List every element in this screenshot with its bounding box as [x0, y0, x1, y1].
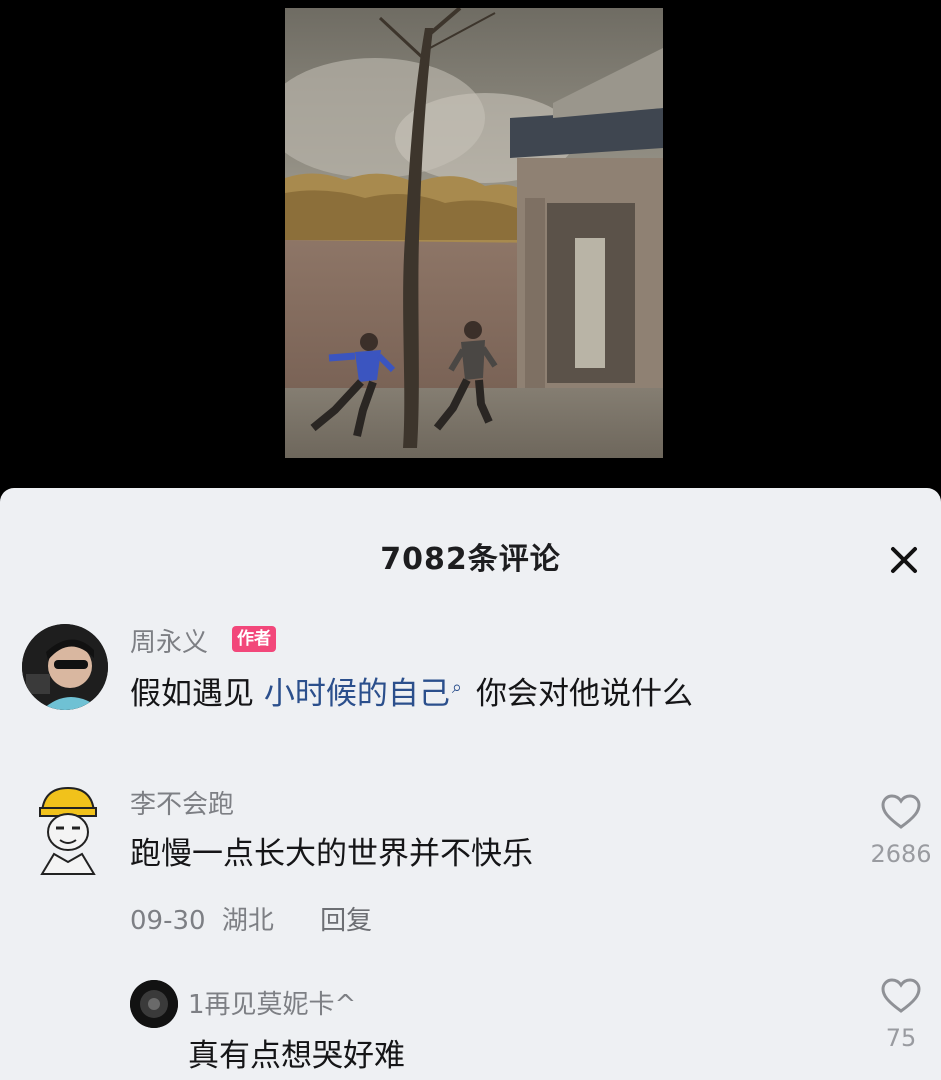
- comment-item: 周永义 作者 假如遇见 小时候的自己 ⌕ 你会对他说什么: [0, 622, 941, 732]
- comment-username[interactable]: 李不会跑: [130, 784, 234, 821]
- comment-item: 李不会跑 跑慢一点长大的世界并不快乐 09-30 湖北 回复 2686: [0, 784, 941, 954]
- reply-comment-item: 1再见莫妮卡^ 真有点想哭好难 75: [0, 978, 941, 1080]
- comment-text-suffix: 你会对他说什么: [475, 676, 693, 712]
- comment-username[interactable]: 周永义: [130, 622, 208, 659]
- user-avatar-image: [22, 624, 108, 710]
- video-frame[interactable]: [285, 8, 663, 458]
- comment-text: 真有点想哭好难: [188, 1038, 405, 1074]
- comment-username[interactable]: 1再见莫妮卡^: [188, 984, 356, 1021]
- like-count: 75: [885, 1024, 917, 1052]
- reply-button[interactable]: 回复: [320, 906, 372, 936]
- close-icon: [891, 547, 917, 573]
- app-screen: 7082条评论 周永义 作者 假如遇见 小时候的自己 ⌕ 你会对他说什么 李不会…: [0, 0, 941, 1080]
- comment-text: 跑慢一点长大的世界并不快乐: [130, 836, 533, 872]
- author-badge: 作者: [232, 626, 276, 652]
- comments-panel-header: 7082条评论: [0, 488, 941, 618]
- avatar[interactable]: [34, 784, 100, 876]
- comments-count-title: 7082条评论: [380, 542, 561, 577]
- user-avatar-image: [39, 786, 97, 875]
- like-count: 2686: [870, 840, 932, 868]
- comment-meta: 09-30 湖北 回复: [130, 900, 372, 937]
- video-scene-illustration: [285, 8, 663, 458]
- video-player[interactable]: [0, 0, 941, 490]
- close-button[interactable]: [882, 538, 926, 582]
- search-icon[interactable]: ⌕: [452, 677, 462, 698]
- user-avatar-image: [130, 980, 178, 1028]
- comment-date: 09-30: [130, 906, 206, 936]
- comment-location: 湖北: [221, 906, 274, 936]
- like-block: 75: [866, 978, 936, 1052]
- comment-text-prefix: 假如遇见: [130, 676, 264, 712]
- like-block: 2686: [866, 794, 936, 868]
- search-keyword-link[interactable]: 小时候的自己: [264, 676, 450, 712]
- comments-panel: 7082条评论 周永义 作者 假如遇见 小时候的自己 ⌕ 你会对他说什么 李不会…: [0, 488, 941, 1080]
- heart-outline-icon[interactable]: [881, 794, 921, 830]
- comment-text: 假如遇见 小时候的自己 ⌕ 你会对他说什么: [130, 668, 693, 713]
- heart-outline-icon[interactable]: [881, 978, 921, 1014]
- avatar[interactable]: [22, 624, 108, 710]
- avatar[interactable]: [130, 980, 178, 1028]
